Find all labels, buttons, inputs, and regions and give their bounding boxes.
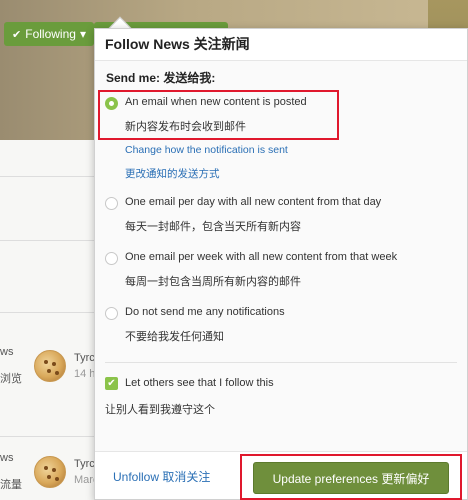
- radio-unselected[interactable]: [105, 307, 118, 320]
- send-me-label: Send me: 发送给我:: [106, 71, 216, 85]
- check-icon: ✔: [107, 377, 116, 389]
- option-label: One email per week with all new content …: [125, 251, 398, 263]
- follow-popup: Follow News 关注新闻 Send me: 发送给我: An email…: [94, 28, 468, 500]
- option-label: Do not send me any notifications: [125, 306, 285, 318]
- option-label: An email when new content is posted: [125, 96, 307, 108]
- divider: [0, 176, 95, 177]
- timestamp: 14 h: [74, 368, 96, 380]
- radio-unselected[interactable]: [105, 252, 118, 265]
- row-side-text: ws: [0, 452, 14, 464]
- let-others-checkbox[interactable]: ✔: [105, 377, 118, 390]
- row-side-text: ws: [0, 346, 14, 358]
- change-notification-link[interactable]: Change how the notification is sent: [125, 144, 288, 156]
- divider: [0, 240, 95, 241]
- user-name[interactable]: Tyrc: [74, 352, 95, 364]
- row-side-text: 流量: [0, 479, 22, 491]
- option-label-zh: 不要给我发任何通知: [125, 331, 224, 343]
- user-name[interactable]: Tyrc: [74, 458, 95, 470]
- avatar[interactable]: [34, 350, 66, 382]
- change-notification-link-zh[interactable]: 更改通知的发送方式: [125, 166, 220, 181]
- option-label-zh: 每周一封包含当周所有新内容的邮件: [125, 276, 301, 288]
- following-label: Following: [25, 27, 76, 41]
- unfollow-link[interactable]: Unfollow 取消关注: [113, 468, 210, 485]
- update-preferences-button[interactable]: Update preferences 更新偏好: [253, 462, 449, 494]
- option-label: One email per day with all new content f…: [125, 196, 382, 208]
- check-icon: ✔: [12, 28, 22, 41]
- caret-down-icon: ▾: [79, 27, 86, 41]
- let-others-label[interactable]: Let others see that I follow this: [125, 377, 274, 389]
- let-others-label-zh: 让别人看到我遵守这个: [105, 404, 215, 416]
- option-label-zh: 每天一封邮件，包含当天所有新内容: [125, 221, 301, 233]
- divider: [0, 436, 95, 437]
- radio-selected[interactable]: [105, 97, 118, 110]
- row-side-text: 浏览: [0, 373, 22, 385]
- option-label-zh: 新内容发布时会收到邮件: [125, 121, 246, 133]
- radio-unselected[interactable]: [105, 197, 118, 210]
- popup-title: Follow News 关注新闻: [95, 29, 467, 61]
- divider: [0, 312, 95, 313]
- divider: [105, 362, 457, 363]
- avatar[interactable]: [34, 456, 66, 488]
- popup-footer: Unfollow 取消关注 Update preferences 更新偏好: [95, 451, 467, 500]
- following-button[interactable]: ✔ Following ▾: [4, 22, 94, 46]
